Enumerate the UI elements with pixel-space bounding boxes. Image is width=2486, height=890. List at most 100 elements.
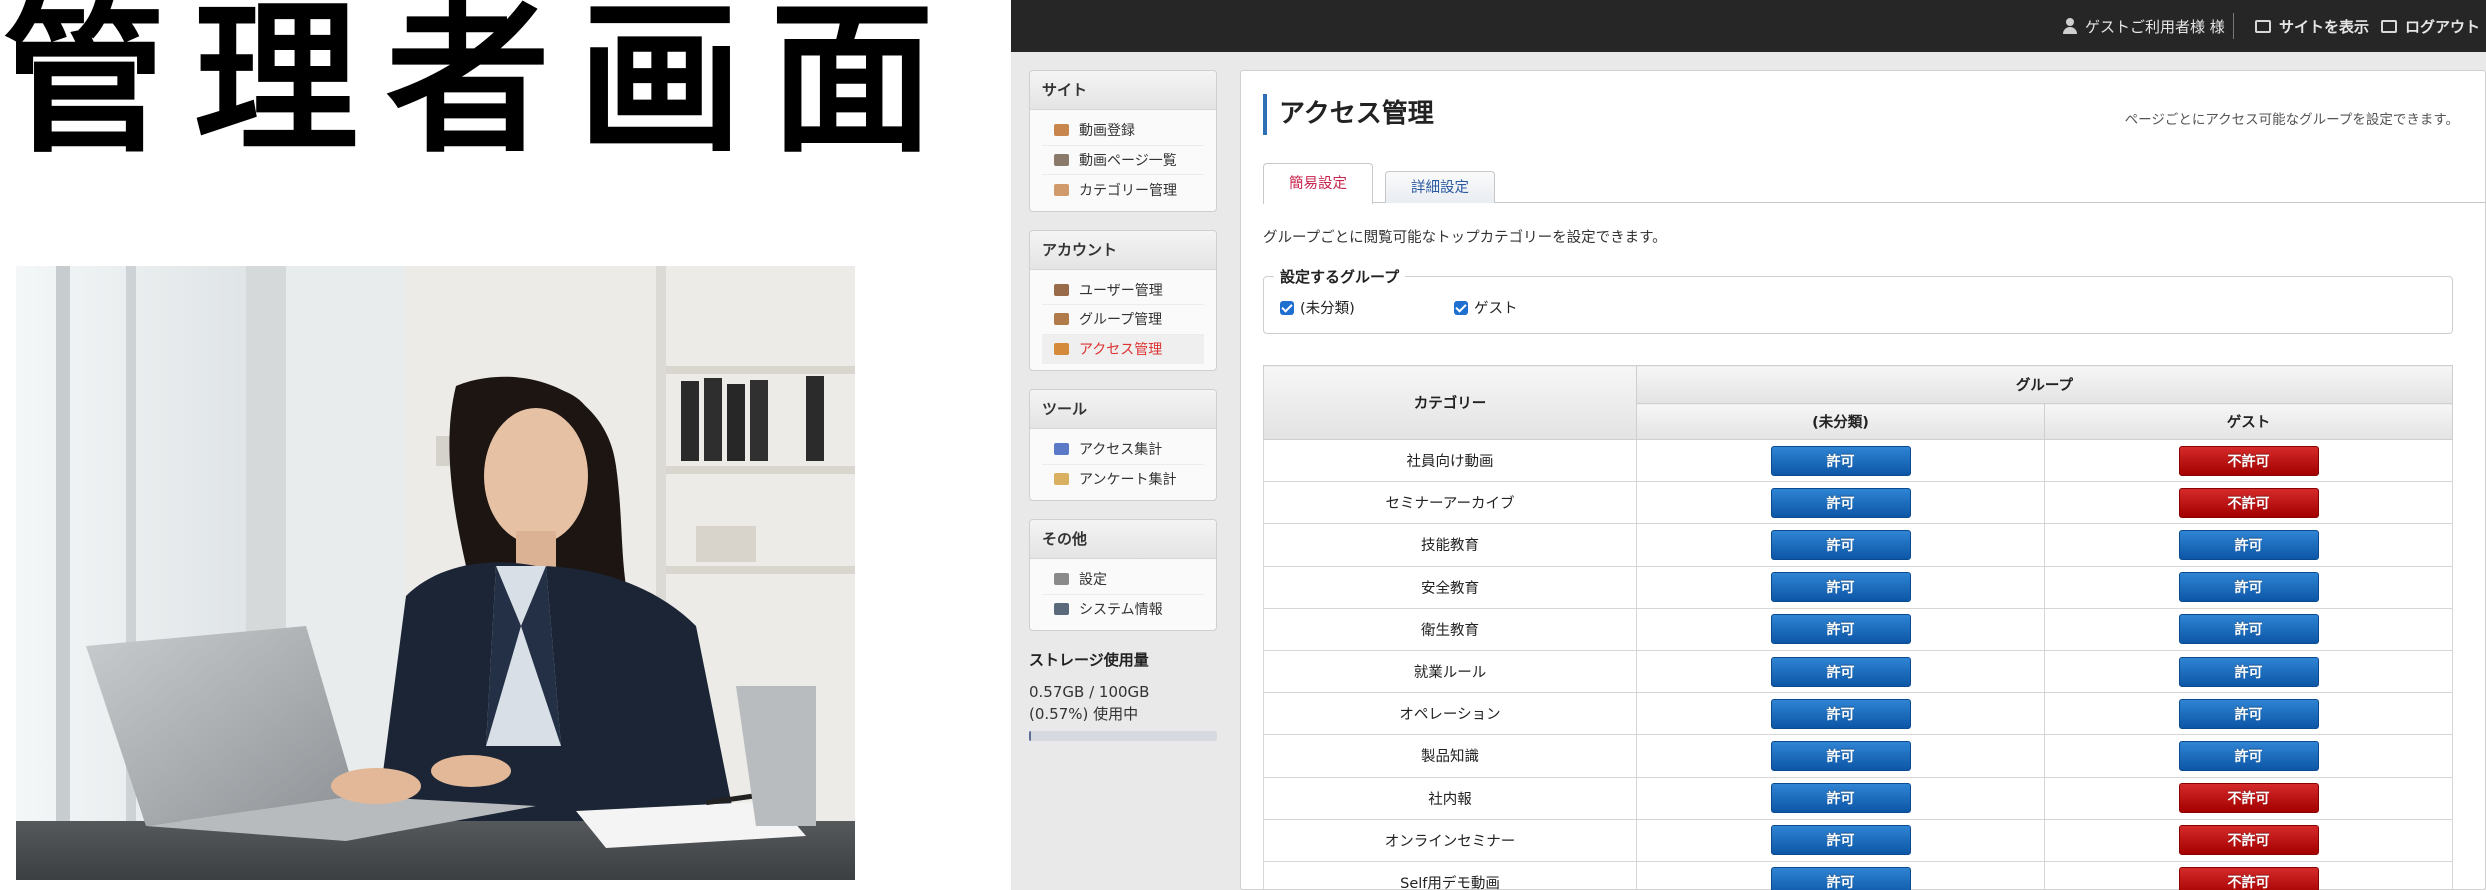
uncategorized-permission-cell: 許可 — [1636, 607, 2045, 651]
allow-button[interactable]: 許可 — [1770, 445, 1911, 476]
allow-button[interactable]: 許可 — [1770, 572, 1911, 603]
sidebar-sections: サイト 動画登録 動画ページ一覧 カテゴリー管理 アカウント ユーザー管理 グループ管理 アク… — [1029, 70, 1217, 631]
sidebar-item-label: アクセス管理 — [1079, 342, 1163, 359]
guest-permission-cell: 不許可 — [2044, 481, 2453, 525]
guest-permission-cell: 不許可 — [2044, 776, 2453, 820]
allow-button[interactable]: 許可 — [1770, 698, 1911, 729]
sidebar-item-label: 設定 — [1079, 572, 1107, 589]
guest-permission-cell: 不許可 — [2044, 818, 2453, 862]
sidebar-item[interactable]: カテゴリー管理 — [1042, 175, 1204, 205]
group-checkbox-uncategorized[interactable]: (未分類) — [1280, 297, 1355, 318]
sidebar-item[interactable]: グループ管理 — [1042, 305, 1204, 335]
current-user-label: ゲストご利用者様 様 — [2085, 17, 2225, 36]
sidebar-item-label: 動画登録 — [1079, 123, 1135, 140]
current-user[interactable]: ゲストご利用者様 様 — [2063, 0, 2225, 52]
col-category-header: カテゴリー — [1263, 365, 1637, 440]
video-list-icon — [1054, 153, 1069, 166]
table-row: 技能教育 許可 許可 — [1263, 523, 2453, 567]
table-row: 社内報 許可 不許可 — [1263, 776, 2453, 820]
sidebar-section-heading: ツール — [1030, 390, 1216, 429]
uncategorized-permission-cell: 許可 — [1636, 818, 2045, 862]
group-icon — [1054, 313, 1069, 326]
sidebar-item[interactable]: 設定 — [1042, 565, 1204, 595]
allow-button[interactable]: 許可 — [2178, 529, 2319, 560]
admin-screenshot: ゲストご利用者様 様 サイトを表示 ログアウト サイト 動画登録 動画ページ一覧 カテ… — [1011, 0, 2486, 890]
checkbox-checked-icon[interactable] — [1454, 300, 1468, 315]
table-row: オンラインセミナー 許可 不許可 — [1263, 818, 2453, 862]
allow-button[interactable]: 許可 — [1770, 783, 1911, 814]
sidebar-item-label: アクセス集計 — [1079, 442, 1163, 459]
sidebar-item[interactable]: アクセス集計 — [1042, 435, 1204, 465]
allow-button[interactable]: 許可 — [1770, 867, 1911, 890]
table-row: Self用デモ動画 許可 不許可 — [1263, 860, 2453, 890]
guest-permission-cell: 許可 — [2044, 523, 2453, 567]
allow-button[interactable]: 許可 — [2178, 740, 2319, 771]
allow-button[interactable]: 許可 — [1770, 656, 1911, 687]
group-checkbox-label: ゲスト — [1474, 301, 1518, 317]
deny-button[interactable]: 不許可 — [2178, 783, 2319, 814]
page-description: ページごとにアクセス可能なグループを設定できます。 — [2124, 112, 2459, 128]
table-row: 就業ルール 許可 許可 — [1263, 649, 2453, 694]
settings-tabs: 簡易設定 詳細設定 — [1263, 163, 2485, 204]
category-cell: オペレーション — [1263, 692, 1637, 736]
survey-icon — [1054, 473, 1069, 486]
sidebar-section: ツールアクセス集計アンケート集計 — [1029, 389, 1217, 501]
top-bar: ゲストご利用者様 様 サイトを表示 ログアウト — [1011, 0, 2486, 52]
sidebar-item[interactable]: 動画登録 — [1042, 116, 1204, 146]
storage-progress-bar — [1029, 731, 1217, 741]
logout-link[interactable]: ログアウト — [2381, 0, 2480, 52]
sidebar-item[interactable]: ユーザー管理 — [1042, 276, 1204, 305]
col-group-header: グループ — [1636, 365, 2453, 404]
allow-button[interactable]: 許可 — [2178, 614, 2319, 645]
tab-detailed-settings[interactable]: 詳細設定 — [1385, 171, 1495, 203]
category-cell: 衛生教育 — [1263, 607, 1637, 651]
deny-button[interactable]: 不許可 — [2178, 825, 2319, 856]
hero-photo — [16, 266, 855, 880]
allow-button[interactable]: 許可 — [1770, 740, 1911, 771]
sidebar-menu: アクセス集計アンケート集計 — [1030, 429, 1216, 500]
main-panel: アクセス管理 ページごとにアクセス可能なグループを設定できます。 簡易設定 詳細… — [1240, 70, 2486, 890]
group-checkbox-guest[interactable]: ゲスト — [1454, 297, 1518, 318]
settings-icon — [1054, 573, 1069, 586]
allow-button[interactable]: 許可 — [1770, 614, 1911, 645]
sidebar-menu: 動画登録動画ページ一覧カテゴリー管理 — [1030, 110, 1216, 211]
sidebar-item[interactable]: アンケート集計 — [1042, 465, 1204, 495]
view-site-link[interactable]: サイトを表示 — [2255, 0, 2369, 52]
allow-button[interactable]: 許可 — [1770, 529, 1911, 560]
sidebar-section: サイト 動画登録 動画ページ一覧 カテゴリー管理 — [1029, 70, 1217, 212]
storage-usage: ストレージ使用量 0.57GB / 100GB (0.57%) 使用中 — [1029, 649, 1217, 741]
allow-button[interactable]: 許可 — [2178, 572, 2319, 603]
sidebar-item[interactable]: 動画ページ一覧 — [1042, 146, 1204, 175]
deny-button[interactable]: 不許可 — [2178, 445, 2319, 476]
allow-button[interactable]: 許可 — [2178, 698, 2319, 729]
sidebar-item-label: システム情報 — [1079, 602, 1163, 619]
bar-chart-icon — [1054, 443, 1069, 456]
table-row: 製品知識 許可 許可 — [1263, 734, 2453, 778]
sidebar-item[interactable]: システム情報 — [1042, 595, 1204, 625]
sidebar-menu: ユーザー管理 グループ管理アクセス管理 — [1030, 270, 1216, 371]
checkbox-checked-icon[interactable] — [1280, 300, 1294, 315]
group-selector-legend: 設定するグループ — [1274, 266, 1406, 287]
allow-button[interactable]: 許可 — [1770, 825, 1911, 856]
allow-button[interactable]: 許可 — [2178, 656, 2319, 687]
guest-permission-cell: 許可 — [2044, 692, 2453, 736]
view-site-label: サイトを表示 — [2279, 17, 2370, 36]
uncategorized-permission-cell: 許可 — [1636, 523, 2045, 567]
guest-permission-cell: 許可 — [2044, 649, 2453, 694]
sidebar-item-label: カテゴリー管理 — [1079, 182, 1177, 199]
sidebar-section: その他 設定 システム情報 — [1029, 519, 1217, 631]
deny-button[interactable]: 不許可 — [2178, 487, 2319, 518]
table-row: 安全教育 許可 許可 — [1263, 565, 2453, 609]
video-add-icon — [1054, 124, 1069, 137]
guest-permission-cell: 許可 — [2044, 607, 2453, 651]
category-cell: 社内報 — [1263, 776, 1637, 820]
storage-progress-fill — [1029, 731, 1032, 741]
tab-simple-settings[interactable]: 簡易設定 — [1263, 163, 1373, 204]
deny-button[interactable]: 不許可 — [2178, 867, 2319, 890]
col-uncategorized-header: (未分類) — [1636, 403, 2045, 440]
sidebar-item[interactable]: アクセス管理 — [1042, 334, 1204, 364]
access-key-icon — [1054, 343, 1069, 356]
allow-button[interactable]: 許可 — [1770, 487, 1911, 518]
category-cell: 製品知識 — [1263, 734, 1637, 778]
system-info-icon — [1054, 603, 1069, 616]
